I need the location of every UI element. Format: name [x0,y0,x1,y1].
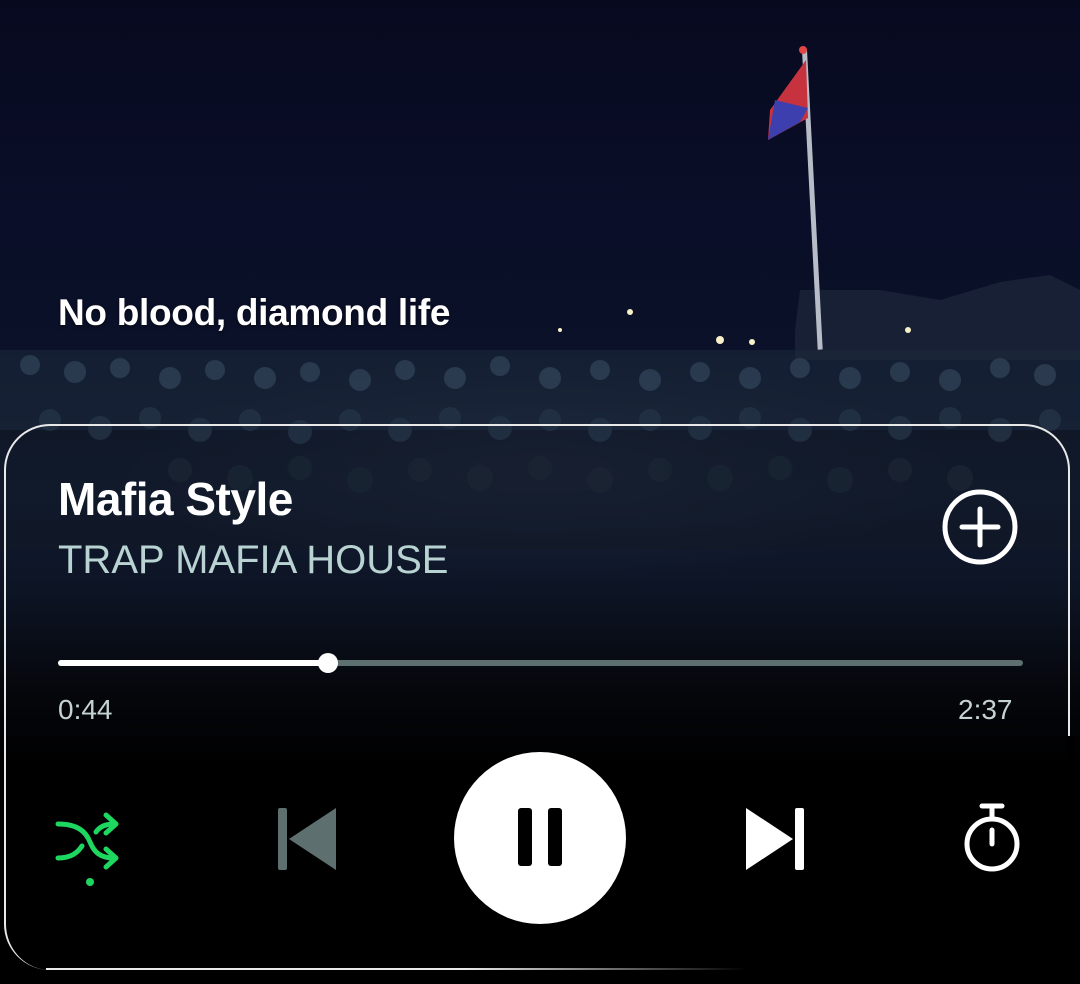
progress-fill [58,660,329,666]
playback-progress-bar[interactable] [58,651,1023,675]
add-to-library-button[interactable] [940,487,1020,567]
stopwatch-icon [964,803,1020,872]
shuffle-button[interactable] [52,806,128,890]
pause-icon [518,808,562,866]
next-track-button[interactable] [738,804,810,876]
pause-button[interactable] [454,752,626,924]
player-card-bottom-border [46,968,746,970]
shuffle-icon [55,812,119,886]
plus-circle-icon [942,489,1018,565]
player-card-edge [1066,736,1074,984]
total-duration: 2:37 [958,694,1013,725]
current-lyric-line: No blood, diamond life [58,292,451,333]
previous-track-button[interactable] [272,804,344,876]
sleep-timer-button[interactable] [956,800,1028,880]
track-title: Mafia Style [58,473,293,525]
track-artist[interactable]: TRAP MAFIA HOUSE [58,538,448,583]
skip-next-icon [746,808,804,870]
progress-scrubber-handle[interactable] [318,653,339,673]
elapsed-time: 0:44 [58,694,113,725]
skip-previous-icon [278,808,336,870]
